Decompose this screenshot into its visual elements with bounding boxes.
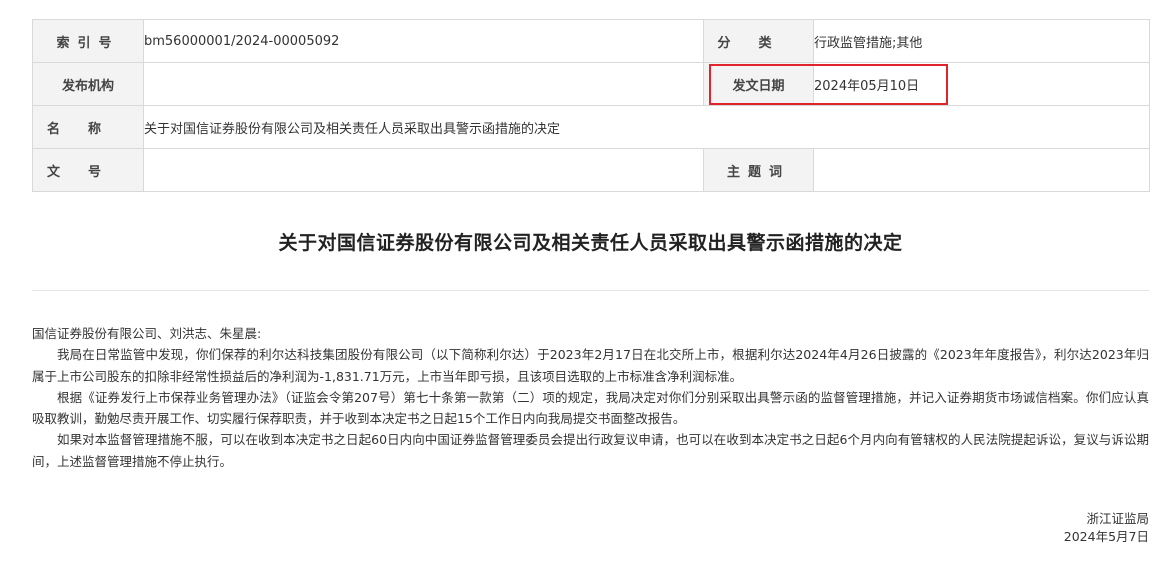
- keywords-label: 主题词: [703, 148, 814, 192]
- body-paragraph-2: 根据《证券发行上市保荐业务管理办法》（证监会令第207号）第七十条第一款第（二）…: [32, 389, 1149, 427]
- metadata-row-docno: 文号 主题词: [32, 148, 1150, 192]
- index-label: 索引号: [32, 19, 144, 63]
- date-value: 2024年05月10日: [813, 62, 1150, 106]
- index-value: bm56000001/2024-00005092: [143, 19, 704, 63]
- doc-no-value: [143, 148, 704, 192]
- doc-no-label: 文号: [32, 148, 144, 192]
- signature-org: 浙江证监局: [1086, 511, 1149, 526]
- document-title: 关于对国信证券股份有限公司及相关责任人员采取出具警示函措施的决定: [278, 232, 903, 254]
- keywords-value: [813, 148, 1150, 192]
- category-label: 分类: [703, 19, 814, 63]
- category-value: 行政监管措施;其他: [813, 19, 1150, 63]
- addressee: 国信证券股份有限公司、刘洪志、朱星晨:: [32, 326, 262, 341]
- metadata-row-issuer: 发布机构 发文日期 2024年05月10日: [32, 62, 1150, 106]
- issuer-label: 发布机构: [32, 62, 144, 106]
- date-label: 发文日期: [703, 62, 814, 106]
- name-value: 关于对国信证券股份有限公司及相关责任人员采取出具警示函措施的决定: [143, 105, 1150, 149]
- body-paragraph-3: 如果对本监督管理措施不服，可以在收到本决定书之日起60日内向中国证券监督管理委员…: [32, 432, 1149, 469]
- metadata-row-index: 索引号 bm56000001/2024-00005092 分类 行政监管措施;其…: [32, 19, 1150, 63]
- title-divider: [32, 290, 1149, 291]
- body-paragraph-1: 我局在日常监管中发现，你们保荐的利尔达科技集团股份有限公司（以下简称利尔达）于2…: [32, 347, 1149, 384]
- metadata-table: 索引号 bm56000001/2024-00005092 分类 行政监管措施;其…: [32, 19, 1150, 192]
- signature-block: 浙江证监局 2024年5月7日: [1064, 510, 1149, 546]
- issuer-value: [143, 62, 704, 106]
- document-body: 国信证券股份有限公司、刘洪志、朱星晨: 我局在日常监管中发现，你们保荐的利尔达科…: [32, 323, 1149, 472]
- metadata-row-name: 名称 关于对国信证券股份有限公司及相关责任人员采取出具警示函措施的决定: [32, 105, 1150, 149]
- name-label: 名称: [32, 105, 144, 149]
- signature-date: 2024年5月7日: [1063, 529, 1149, 544]
- document-page: 索引号 bm56000001/2024-00005092 分类 行政监管措施;其…: [0, 0, 1165, 563]
